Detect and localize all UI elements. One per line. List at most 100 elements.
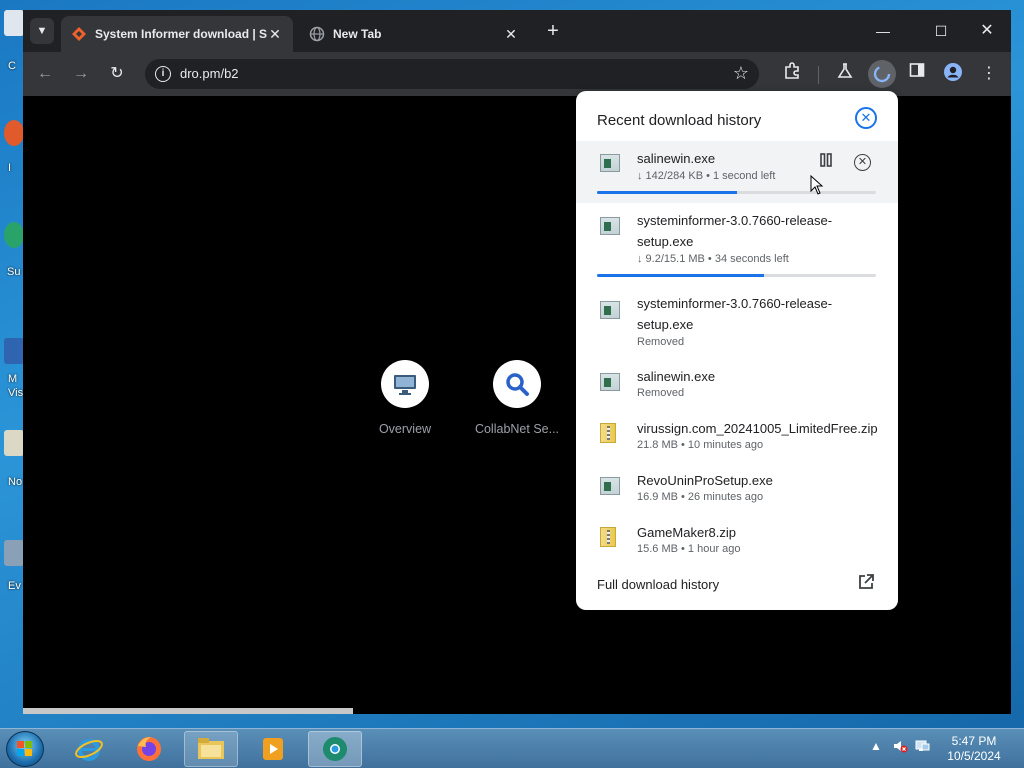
download-item[interactable]: systeminformer-3.0.7660-release-setup.ex… xyxy=(576,293,898,351)
forward-arrow-icon[interactable]: → xyxy=(69,62,93,86)
download-item[interactable]: virussign.com_20241005_LimitedFree.zip 2… xyxy=(576,417,898,457)
more-menu-icon[interactable]: ⋮ xyxy=(977,62,1001,86)
taskbar-clock[interactable]: 5:47 PM 10/5/2024 xyxy=(944,734,1004,764)
url-text: dro.pm/b2 xyxy=(180,66,239,81)
download-progress-icon[interactable] xyxy=(868,60,896,88)
cancel-download-icon[interactable]: ✕ xyxy=(854,154,871,171)
back-arrow-icon[interactable]: ← xyxy=(33,62,57,86)
download-progress-bar xyxy=(597,274,876,277)
media-player-icon[interactable] xyxy=(246,731,300,767)
desktop-icon-label: I xyxy=(8,162,12,174)
full-download-history-link[interactable]: Full download history xyxy=(597,577,719,592)
tab-title: New Tab xyxy=(333,27,382,41)
internet-explorer-icon[interactable] xyxy=(62,731,116,767)
download-filename: salinewin.exe xyxy=(637,369,716,384)
download-status: Removed xyxy=(637,387,685,399)
download-status: 15.6 MB • 1 hour ago xyxy=(637,543,741,555)
download-status: 21.8 MB • 10 minutes ago xyxy=(637,439,764,451)
download-status: ↓ 142/284 KB • 1 second left xyxy=(637,170,776,182)
download-bubble-title: Recent download history xyxy=(597,112,762,129)
download-filename: systeminformer-3.0.7660-release-setup.ex… xyxy=(637,296,833,332)
toolbar-divider xyxy=(818,66,819,84)
desktop-icon-image xyxy=(4,120,24,146)
exe-file-icon xyxy=(600,154,620,172)
close-icon[interactable]: ✕ xyxy=(503,26,519,42)
exe-file-icon xyxy=(600,217,620,235)
tab-system-informer[interactable]: System Informer download | S ✕ xyxy=(61,16,293,52)
maximize-icon[interactable]: ☐ xyxy=(923,18,959,44)
file-explorer-icon[interactable] xyxy=(184,731,238,767)
desktop-icon-image xyxy=(4,430,24,456)
download-filename: RevoUninProSetup.exe xyxy=(637,473,773,488)
show-hidden-icons-icon[interactable]: ▲ xyxy=(870,739,882,753)
shortcut-label: CollabNet Se... xyxy=(474,422,560,436)
site-info-icon[interactable]: i xyxy=(155,66,171,82)
open-in-new-icon[interactable] xyxy=(857,573,875,591)
firefox-icon[interactable] xyxy=(122,731,176,767)
reload-icon[interactable]: ↻ xyxy=(105,62,129,86)
download-status: ↓ 9.2/15.1 MB • 34 seconds left xyxy=(637,253,789,265)
shortcut-collabnet[interactable]: CollabNet Se... xyxy=(467,360,567,436)
windows-start-icon[interactable] xyxy=(6,731,44,767)
download-filename: virussign.com_20241005_LimitedFree.zip xyxy=(637,421,878,436)
new-tab-button[interactable]: + xyxy=(542,20,564,42)
exe-file-icon xyxy=(600,477,620,495)
download-filename: systeminformer-3.0.7660-release-setup.ex… xyxy=(637,213,833,249)
download-item[interactable]: salinewin.exe Removed xyxy=(576,365,898,405)
zip-file-icon xyxy=(600,527,616,547)
download-item[interactable]: salinewin.exe ↓ 142/284 KB • 1 second le… xyxy=(576,141,898,203)
tab-title: System Informer download | S xyxy=(95,27,267,41)
desktop-icon-image xyxy=(4,222,24,248)
globe-icon xyxy=(309,26,325,42)
download-filename: salinewin.exe xyxy=(637,151,716,166)
zip-file-icon xyxy=(600,423,616,443)
system-informer-favicon-icon xyxy=(71,26,87,42)
chevron-down-icon: ▼ xyxy=(36,25,48,37)
tab-search-button[interactable]: ▼ xyxy=(30,18,54,44)
download-item[interactable]: GameMaker8.zip 15.6 MB • 1 hour ago xyxy=(576,521,898,561)
chrome-canary-icon[interactable] xyxy=(308,731,362,767)
pause-icon[interactable] xyxy=(815,151,837,173)
desktop-icon-label: C xyxy=(8,60,16,72)
desktop-icon-label: Ev xyxy=(8,580,21,592)
shortcut-label: Overview xyxy=(378,422,432,436)
profile-avatar-icon[interactable] xyxy=(941,62,965,86)
exe-file-icon xyxy=(600,301,620,319)
desktop-icon-image xyxy=(4,338,24,364)
close-icon[interactable]: ✕ xyxy=(855,107,877,129)
desktop-icon-label: No xyxy=(8,476,23,488)
close-icon[interactable]: ✕ xyxy=(267,26,283,42)
download-progress-fill xyxy=(597,191,737,194)
minimize-icon[interactable]: — xyxy=(865,18,901,44)
close-window-icon[interactable]: ✕ xyxy=(969,18,1005,44)
download-item[interactable]: systeminformer-3.0.7660-release-setup.ex… xyxy=(576,209,898,281)
shortcut-overview[interactable]: Overview xyxy=(355,360,455,436)
download-status: Removed xyxy=(637,336,685,348)
download-status: 16.9 MB • 26 minutes ago xyxy=(637,491,764,503)
download-progress-fill xyxy=(597,274,765,277)
download-item[interactable]: RevoUninProSetup.exe 16.9 MB • 26 minute… xyxy=(576,469,898,509)
network-icon[interactable] xyxy=(914,738,930,757)
taskbar: ▲ 5:47 PM 10/5/2024 xyxy=(0,728,1024,768)
clock-time: 5:47 PM xyxy=(951,734,997,748)
download-filename: GameMaker8.zip xyxy=(637,525,736,540)
volume-muted-icon[interactable] xyxy=(892,738,908,757)
download-bubble: Recent download history ✕ salinewin.exe … xyxy=(576,91,898,610)
extensions-puzzle-icon[interactable] xyxy=(780,62,804,86)
download-progress-bar xyxy=(597,191,876,194)
mouse-cursor-icon xyxy=(810,175,824,195)
tab-strip: ▼ System Informer download | S ✕ New Tab… xyxy=(23,10,1011,52)
browser-toolbar: ← → ↻ i dro.pm/b2 ☆ ⋮ xyxy=(23,52,1011,96)
labs-flask-icon[interactable] xyxy=(833,62,857,86)
desktop-icon-label: Su xyxy=(7,266,21,278)
address-bar[interactable]: i dro.pm/b2 ☆ xyxy=(145,59,759,89)
monitor-icon xyxy=(381,360,429,408)
bookmark-star-icon[interactable]: ☆ xyxy=(733,63,749,84)
tab-new-tab[interactable]: New Tab ✕ xyxy=(299,16,529,52)
side-panel-icon[interactable] xyxy=(905,62,929,86)
desktop-icon-image xyxy=(4,10,24,36)
clock-date: 10/5/2024 xyxy=(947,749,1001,763)
desktop-icon-image xyxy=(4,540,24,566)
exe-file-icon xyxy=(600,373,620,391)
horizontal-scrollbar[interactable] xyxy=(23,708,353,714)
